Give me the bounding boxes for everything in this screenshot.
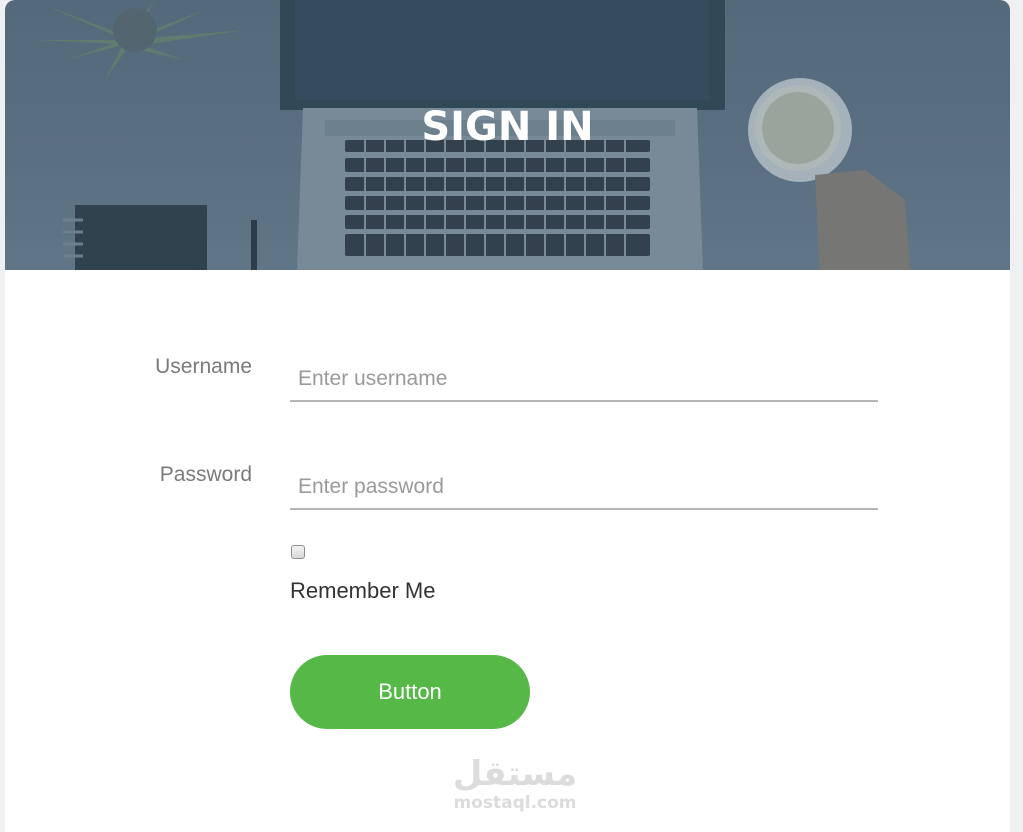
watermark-latin-text: mostaql.com	[453, 793, 577, 813]
watermark-logo: مستقل mostaql.com	[445, 755, 585, 813]
username-input[interactable]	[290, 358, 878, 402]
watermark-arabic-text: مستقل	[452, 754, 578, 794]
remember-me-checkbox[interactable]	[291, 545, 305, 559]
username-label: Username	[155, 355, 252, 378]
signin-card: SIGN IN Username Password Remember Me Bu…	[5, 0, 1010, 832]
page-title: SIGN IN	[421, 104, 594, 150]
password-input[interactable]	[290, 466, 878, 510]
remember-me-label: Remember Me	[290, 578, 436, 603]
password-label: Password	[159, 463, 252, 486]
page-gutter	[1010, 0, 1023, 832]
submit-button[interactable]: Button	[290, 655, 530, 729]
hero-banner: SIGN IN	[5, 0, 1010, 270]
